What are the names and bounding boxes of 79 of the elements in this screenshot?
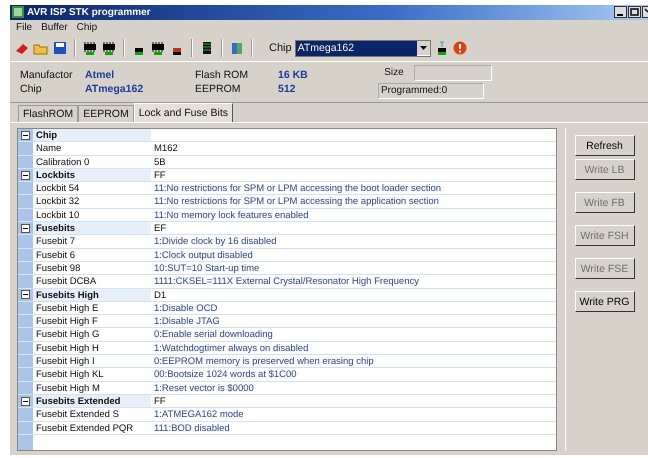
group-name: Fusebits [33,222,151,234]
manufacturer-value: Atmel [85,68,116,81]
property-value: 1:Watchdogtimer always on disabled [153,342,310,354]
manufacturer-label: Manufactor [20,68,74,81]
property-value: 0:Enable serial downloading [153,328,274,341]
property-name: Fusebit Extended PQR [35,422,134,434]
property-value: 1:Clock output disabled [153,248,254,261]
group-value: FF [153,394,167,408]
property-name: Fusebit 7 [35,235,76,248]
chip-icon[interactable] [150,40,166,56]
group-name: Chip [33,129,151,142]
minimize-icon[interactable] [614,6,627,18]
chip-dropdown[interactable]: ATmega162 [294,40,431,57]
property-name: Lockbit 32 [35,195,80,208]
property-name: Fusebit High E [35,302,100,314]
property-value: 1:Reset vector is $0000 [153,382,255,394]
menu-item[interactable]: Chip [76,22,98,33]
collapse-icon[interactable] [21,130,30,140]
window-title: AVR ISP STK programmer [27,6,152,18]
collapse-icon[interactable] [21,290,30,300]
property-name: Fusebit High I [35,355,96,368]
property-name: Fusebit Extended S [35,408,120,421]
chip-label: Chip [269,42,292,54]
property-value: 0:EEPROM memory is preserved when erasing chip [153,355,375,368]
action-button[interactable]: Refresh [574,135,634,156]
property-value: 11:No restrictions for SPM or LPM accessing the application section [153,195,440,208]
property-name: Fusebit 6 [35,248,76,261]
property-value: 11:No memory lock features enabled [153,208,310,222]
collapse-icon[interactable] [21,224,30,233]
property-name: Fusebit High H [35,342,100,354]
chip-icon[interactable] [82,40,98,56]
group-value: FF [153,168,167,182]
group-name: Fusebits High [33,288,151,301]
property-value: M162 [153,142,179,155]
eeprom-value: 512 [278,82,297,95]
property-name: Fusebit High KL [35,368,105,381]
close-icon[interactable] [642,6,648,18]
eeprom-label: EEPROM [195,82,242,95]
app-icon [12,6,24,18]
chip-label: Chip [20,82,43,95]
property-value: 1111:CKSEL=111X External Crystal/Resonator High Frequency [153,275,420,288]
group-value: EF [153,222,168,234]
group-name: Fusebits Extended [33,394,151,408]
property-name: Fusebit 98 [35,262,82,274]
property-name: Fusebit High F [35,315,99,328]
property-name: Name [35,142,62,155]
size-label: Size [383,67,405,78]
property-name: Fusebit High M [35,382,101,394]
tab[interactable]: Lock and Fuse Bits [134,103,233,122]
warning-icon[interactable] [452,41,467,56]
property-value: 11:No restrictions for SPM or LPM accessing the boot loader section [153,182,442,194]
property-name: Fusebit High G [35,328,100,341]
property-value: 111:BOD disabled [153,422,231,434]
flash-rom-value: 16 KB [278,68,309,81]
property-name: Fusebit DCBA [35,275,98,288]
menu-item[interactable]: File [16,22,32,33]
collapse-icon[interactable] [21,396,30,406]
property-value: 1:Divide clock by 16 disabled [153,235,278,248]
property-name: Lockbit 54 [35,182,80,194]
menu-item[interactable]: Buffer [41,22,68,33]
chip-icon[interactable] [101,40,117,56]
property-value: 10:SUT=10 Start-up time [153,262,260,274]
chip-value: ATmega162 [85,82,144,95]
property-value: 1:Disable OCD [153,302,218,314]
action-button[interactable]: Write PRG [574,291,634,312]
save-icon[interactable] [52,40,68,56]
collapse-icon[interactable] [21,170,30,180]
programmed-field: Programmed:0 [378,82,484,99]
group-value: D1 [153,288,168,301]
flash-rom-label: Flash ROM [195,68,250,81]
property-name: Calibration 0 [35,156,90,168]
property-value: 1:ATMEGA162 mode [153,408,245,421]
property-value: 1:Disable JTAG [153,315,221,328]
property-value: 00:Bootsize 1024 words at $1C00 [153,368,298,381]
property-value: 5B [153,156,167,168]
property-name: Lockbit 10 [35,208,80,222]
tab[interactable]: FlashROM [18,105,78,122]
tab[interactable]: EEPROM [78,105,134,122]
group-name: Lockbits [33,168,151,182]
